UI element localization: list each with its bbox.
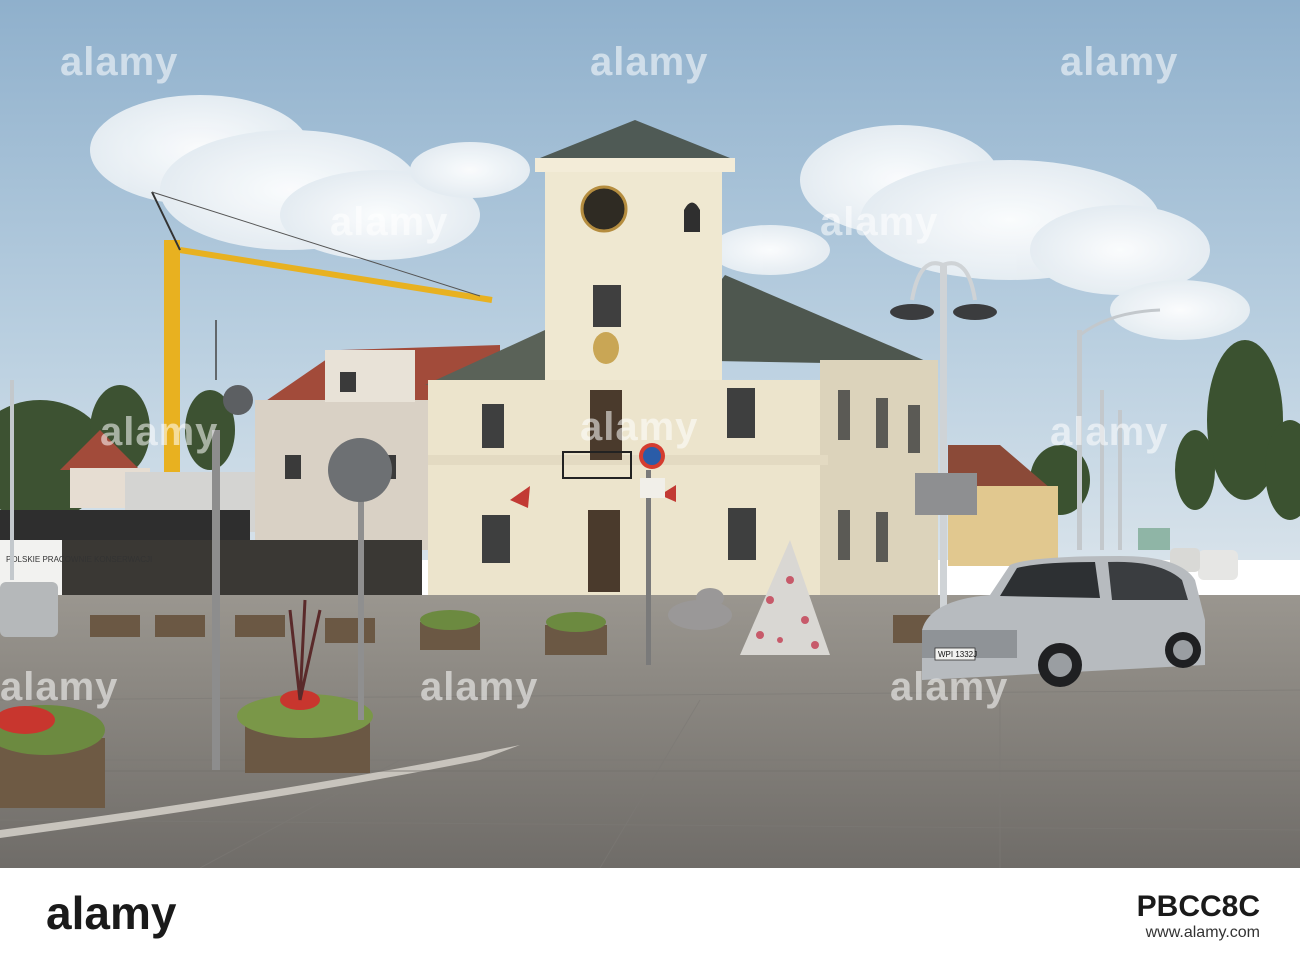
footer-bar: alamy PBCC8C www.alamy.com [0, 868, 1300, 956]
image-id: PBCC8C [1136, 890, 1260, 923]
planter [545, 612, 607, 655]
site-domain: www.alamy.com [1145, 924, 1260, 941]
license-plate: WPI 1332J [938, 650, 977, 659]
planter [0, 705, 105, 808]
alamy-logo: alamy [46, 887, 177, 939]
banner-text: POLSKIE PRACOWNIE KONSERWACJI [6, 555, 152, 564]
planter [420, 610, 480, 650]
photo-scene: POLSKIE PRACOWNIE KONSERWACJI WPI 1332J … [0, 0, 1300, 868]
footer-info: PBCC8C www.alamy.com [1137, 886, 1260, 942]
